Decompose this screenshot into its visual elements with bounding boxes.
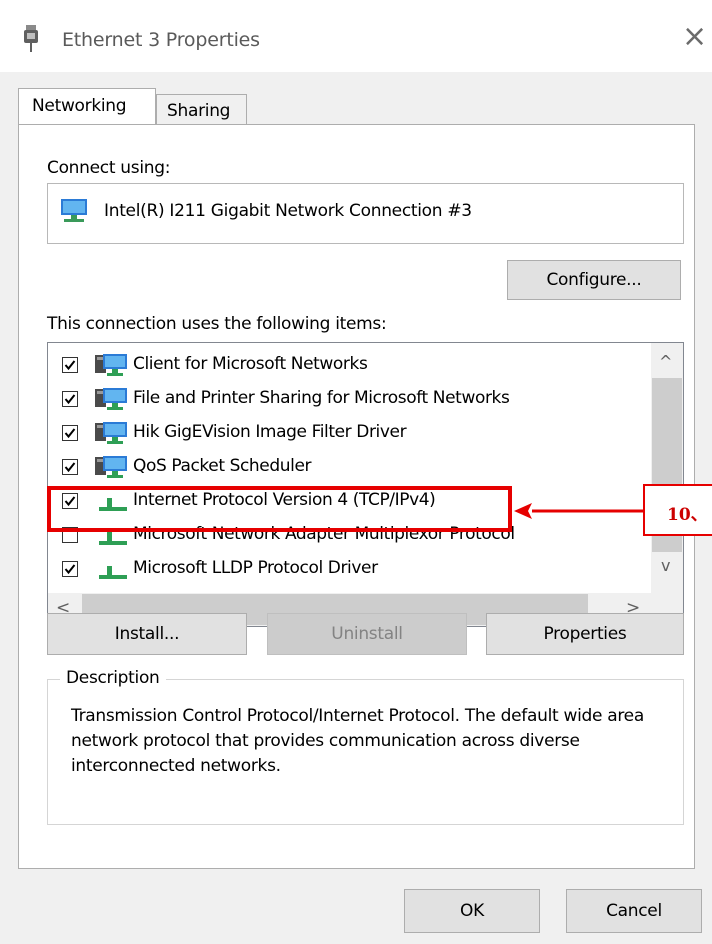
annotation-arrow-icon [514, 503, 644, 519]
item-label: File and Printer Sharing for Microsoft N… [133, 388, 510, 408]
item-label: Hik GigEVision Image Filter Driver [133, 422, 407, 442]
network-client-icon [95, 388, 127, 410]
list-item[interactable]: Client for Microsoft Networks [48, 349, 648, 383]
item-checkbox[interactable] [62, 391, 78, 407]
network-client-icon [95, 354, 127, 376]
scroll-down-icon[interactable]: v [661, 556, 670, 575]
network-adapter-icon [24, 25, 38, 52]
close-button[interactable]: × [682, 22, 707, 52]
item-label: Microsoft LLDP Protocol Driver [133, 558, 378, 578]
protocol-icon [99, 566, 127, 579]
ok-button[interactable]: OK [404, 889, 540, 933]
background-window-strip [0, 0, 712, 15]
configure-button[interactable]: Configure... [507, 260, 681, 300]
item-checkbox[interactable] [62, 425, 78, 441]
properties-button[interactable]: Properties [486, 613, 684, 655]
item-checkbox[interactable] [62, 357, 78, 373]
connect-using-label: Connect using: [47, 158, 171, 178]
highlight-box [47, 486, 512, 532]
network-client-icon [95, 456, 127, 478]
items-label: This connection uses the following items… [47, 314, 387, 334]
scroll-up-icon[interactable]: ^ [659, 352, 672, 371]
item-label: QoS Packet Scheduler [133, 456, 312, 476]
tab-networking[interactable]: Networking [18, 88, 156, 124]
list-item[interactable]: Hik GigEVision Image Filter Driver [48, 417, 648, 451]
install-button[interactable]: Install... [47, 613, 247, 655]
list-item[interactable]: Microsoft LLDP Protocol Driver [48, 553, 648, 587]
description-legend: Description [60, 668, 166, 688]
network-client-icon [95, 422, 127, 444]
list-item[interactable]: QoS Packet Scheduler [48, 451, 648, 485]
network-adapter-icon [61, 199, 87, 222]
item-checkbox[interactable] [62, 561, 78, 577]
tab-sharing[interactable]: Sharing [156, 94, 247, 126]
uninstall-button[interactable]: Uninstall [267, 613, 467, 655]
list-item[interactable]: File and Printer Sharing for Microsoft N… [48, 383, 648, 417]
adapter-name: Intel(R) I211 Gigabit Network Connection… [104, 201, 472, 221]
description-text: Transmission Control Protocol/Internet P… [71, 706, 644, 776]
item-checkbox[interactable] [62, 459, 78, 475]
window-title: Ethernet 3 Properties [62, 29, 260, 51]
step-annotation: 10、 [643, 484, 712, 536]
items-list[interactable]: Client for Microsoft Networks File and P… [47, 342, 684, 627]
cancel-button[interactable]: Cancel [566, 889, 702, 933]
item-label: Client for Microsoft Networks [133, 354, 368, 374]
